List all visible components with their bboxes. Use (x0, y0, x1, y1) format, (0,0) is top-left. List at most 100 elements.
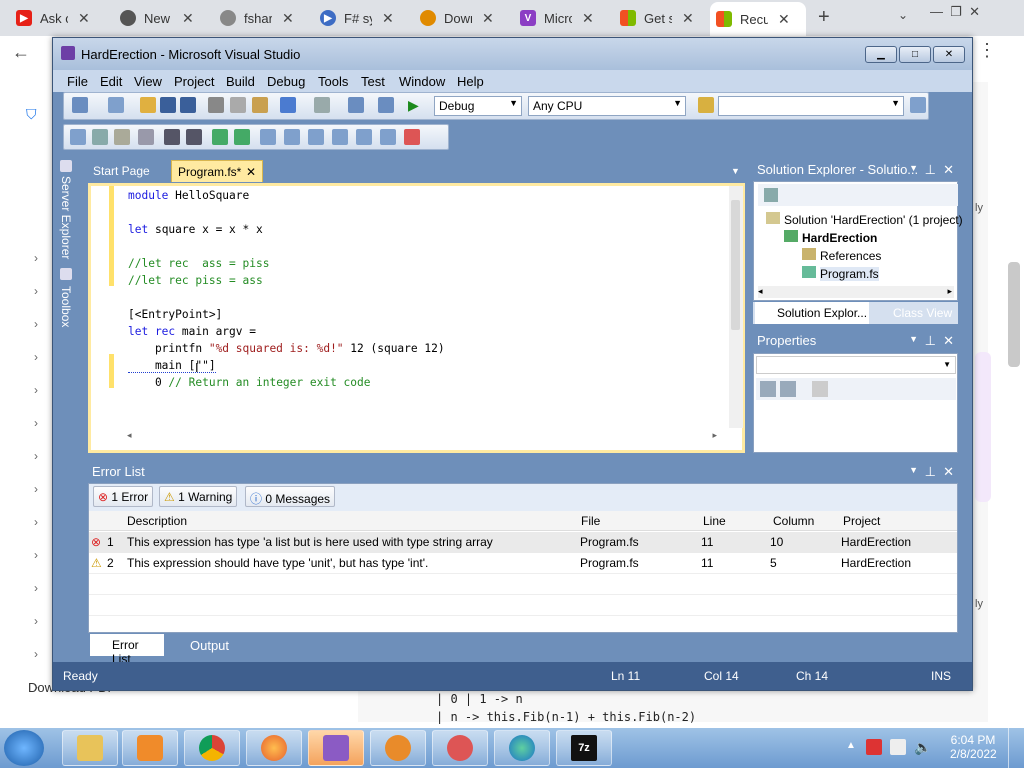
warnings-filter-button[interactable]: ⚠ 1 Warning (159, 486, 238, 507)
clear-bookmarks-icon[interactable] (404, 129, 420, 145)
navigate-forward-icon[interactable] (378, 97, 394, 113)
taskbar-search-app[interactable] (370, 730, 426, 766)
tab-output[interactable]: Output (172, 638, 229, 653)
chevron-down-icon[interactable]: ▼ (909, 163, 918, 173)
menu-tools[interactable]: Tools (318, 74, 348, 89)
outdent-icon[interactable] (164, 129, 180, 145)
editor-vertical-scrollbar[interactable] (729, 186, 743, 428)
categorized-icon[interactable] (760, 381, 776, 397)
taskbar-chrome[interactable] (184, 730, 240, 766)
open-icon[interactable] (140, 97, 156, 113)
close-icon[interactable]: ✕ (943, 162, 954, 178)
toolbox-tab[interactable]: Toolbox (59, 286, 73, 327)
pin-icon[interactable]: ⊥ (925, 464, 936, 480)
close-icon[interactable]: ✕ (482, 10, 494, 27)
tab-error-list[interactable]: Error List (90, 634, 164, 666)
show-desktop-button[interactable] (1008, 728, 1024, 768)
close-icon[interactable]: ✕ (282, 10, 294, 27)
column-description[interactable]: Description (127, 514, 187, 528)
new-tab-button[interactable]: + (818, 6, 830, 29)
redo-icon[interactable] (314, 97, 330, 113)
taskbar-firefox[interactable] (246, 730, 302, 766)
clock[interactable]: 6:04 PM 2/8/2022 (950, 733, 997, 761)
bookmark-icon[interactable] (356, 129, 372, 145)
indent-icon[interactable] (186, 129, 202, 145)
table-row[interactable]: ⊗ 1 This expression has type 'a list but… (89, 532, 957, 553)
tab-solution-explorer[interactable]: Solution Explor... (755, 302, 869, 324)
close-icon[interactable]: ✕ (682, 10, 694, 27)
server-explorer-tab[interactable]: Server Explorer (59, 176, 73, 259)
menu-help[interactable]: Help (457, 74, 484, 89)
maximize-button[interactable]: □ (899, 46, 931, 63)
close-icon[interactable]: ✕ (943, 333, 954, 349)
start-button[interactable] (4, 730, 44, 766)
close-icon[interactable]: ✕ (246, 165, 256, 179)
taskbar-edge[interactable] (494, 730, 550, 766)
properties-object-select[interactable]: ▼ (756, 356, 956, 374)
taskbar-7zip[interactable]: 7z (556, 730, 612, 766)
uncomment-icon[interactable] (234, 129, 250, 145)
cut-icon[interactable] (208, 97, 224, 113)
pin-icon[interactable]: ⊥ (925, 162, 936, 178)
save-icon[interactable] (160, 97, 176, 113)
close-icon[interactable]: ✕ (943, 464, 954, 480)
add-item-icon[interactable] (108, 97, 124, 113)
menu-debug[interactable]: Debug (267, 74, 305, 89)
errors-filter-button[interactable]: ⊗ 1 Error (93, 486, 154, 507)
close-icon[interactable]: ✕ (382, 10, 394, 27)
minimize-button[interactable]: ▁ (865, 46, 897, 63)
close-icon[interactable]: ✕ (582, 10, 594, 27)
undo-icon[interactable] (280, 97, 296, 113)
taskbar-media-player[interactable] (122, 730, 178, 766)
find-icon[interactable] (910, 97, 926, 113)
bookmark-icon[interactable] (380, 129, 396, 145)
menu-edit[interactable]: Edit (100, 74, 122, 89)
configuration-select[interactable]: Debug ▼ (434, 96, 522, 116)
alphabetical-icon[interactable] (780, 381, 796, 397)
table-row[interactable]: ⚠ 2 This expression should have type 'un… (89, 553, 957, 574)
menu-build[interactable]: Build (226, 74, 255, 89)
toolbar-icon[interactable] (138, 129, 154, 145)
browser-tab-1[interactable]: ▶Ask or✕ (10, 4, 110, 32)
tree-program-fs[interactable]: Program.fs (802, 266, 879, 281)
editor-horizontal-scrollbar[interactable]: ◂ ▸ (127, 430, 717, 442)
properties-icon[interactable] (764, 188, 778, 202)
close-icon[interactable]: ✕ (78, 10, 90, 27)
toolbar-icon[interactable] (70, 129, 86, 145)
chevron-down-icon[interactable]: ▼ (909, 465, 918, 475)
toolbar-icon[interactable] (114, 129, 130, 145)
chevron-down-icon[interactable]: ▼ (731, 166, 740, 176)
browser-tab-7[interactable]: Get sta✕ (614, 4, 714, 32)
filter-icon[interactable]: ⛉ (26, 106, 37, 123)
scroll-thumb[interactable] (731, 200, 740, 330)
pin-icon[interactable]: ⊥ (925, 333, 936, 349)
find-in-files-icon[interactable] (698, 97, 714, 113)
menu-file[interactable]: File (67, 74, 88, 89)
column-file[interactable]: File (581, 514, 600, 528)
browser-tab-8-active[interactable]: Recurs✕ (710, 2, 806, 36)
find-input[interactable]: ▼ (718, 96, 904, 116)
tray-flag-icon[interactable] (866, 739, 882, 755)
solution-horizontal-scrollbar[interactable]: ◂ ▸ (758, 286, 954, 298)
back-arrow-icon[interactable]: ← (12, 42, 30, 63)
browser-tab-3[interactable]: fsharp✕ (214, 4, 314, 32)
copy-icon[interactable] (230, 97, 246, 113)
comment-icon[interactable] (212, 129, 228, 145)
code-editor[interactable]: module HelloSquare let square x = x * x … (88, 183, 745, 453)
menu-view[interactable]: View (134, 74, 162, 89)
messages-filter-button[interactable]: ⓘ 0 Messages (245, 486, 336, 507)
start-debugging-icon[interactable]: ▶ (408, 97, 424, 113)
chevron-down-icon[interactable]: ▼ (909, 334, 918, 344)
menu-icon[interactable]: ⋮ (978, 40, 996, 61)
tray-volume-icon[interactable]: 🔈 (914, 739, 931, 756)
bookmark-icon[interactable] (260, 129, 276, 145)
tray-network-icon[interactable] (890, 739, 906, 755)
browser-tab-5[interactable]: Downl✕ (414, 4, 514, 32)
close-icon[interactable]: ✕ (182, 10, 194, 27)
close-icon[interactable]: ✕ (778, 11, 790, 28)
taskbar-visual-studio[interactable] (308, 730, 364, 766)
tree-project[interactable]: HardErection (784, 230, 877, 245)
tray-chevron-icon[interactable]: ▲ (846, 740, 856, 751)
column-column[interactable]: Column (773, 514, 814, 528)
menu-window[interactable]: Window (399, 74, 445, 89)
